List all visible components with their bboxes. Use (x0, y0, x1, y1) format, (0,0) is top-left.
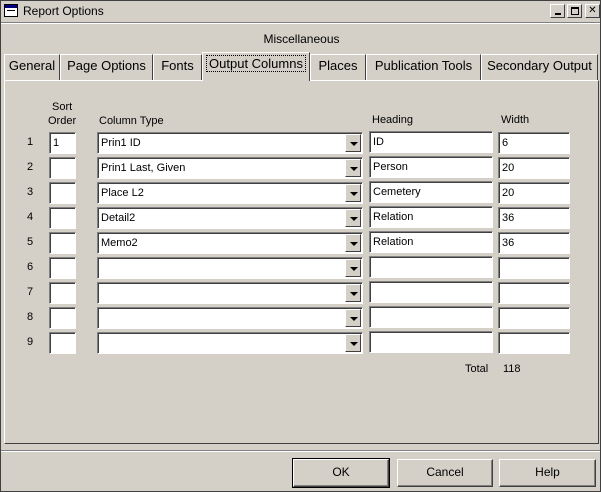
row-number: 4 (26, 211, 34, 223)
width-input[interactable]: 20 (498, 182, 570, 204)
column-type-select[interactable] (97, 332, 363, 354)
maximize-button[interactable] (567, 4, 582, 18)
help-button[interactable]: Help (499, 459, 596, 487)
width-input[interactable]: 6 (498, 132, 570, 154)
tab-label: Page Options (67, 58, 146, 73)
row-number: 9 (26, 336, 34, 348)
close-icon: ✕ (588, 5, 597, 16)
sort-order-input[interactable] (49, 207, 76, 229)
column-type-value: Place L2 (101, 187, 144, 199)
heading-input[interactable] (369, 331, 493, 353)
sort-order-header-line2: Order (48, 115, 77, 127)
maximize-icon (571, 7, 579, 15)
sort-order-input[interactable]: 1 (49, 132, 76, 154)
sort-order-input[interactable] (49, 182, 76, 204)
width-input[interactable] (498, 307, 570, 329)
chevron-down-icon[interactable] (345, 334, 361, 352)
column-type-value: Memo2 (101, 237, 138, 249)
heading-input[interactable]: Relation (369, 206, 493, 228)
chevron-down-icon[interactable] (345, 134, 361, 152)
window-title: Report Options (23, 4, 104, 18)
close-button[interactable]: ✕ (585, 4, 600, 18)
sort-order-header-line1: Sort (52, 101, 73, 113)
heading-input[interactable] (369, 281, 493, 303)
heading-input[interactable] (369, 256, 493, 278)
chevron-down-icon[interactable] (345, 284, 361, 302)
sort-order-input[interactable] (49, 307, 76, 329)
chevron-down-icon[interactable] (345, 184, 361, 202)
report-options-window: Report Options ✕ Miscellaneous General P… (0, 0, 601, 492)
tab-page-options[interactable]: Page Options (60, 54, 153, 80)
tab-publication-tools[interactable]: Publication Tools (366, 54, 481, 80)
ok-button[interactable]: OK (292, 458, 390, 488)
total-label: Total (465, 363, 489, 375)
tab-fonts[interactable]: Fonts (153, 54, 202, 80)
tab-general[interactable]: General (4, 54, 60, 80)
column-type-value: Prin1 Last, Given (101, 162, 186, 174)
width-input[interactable]: 36 (498, 232, 570, 254)
column-type-header: Column Type (99, 115, 164, 127)
column-type-select[interactable]: Prin1 Last, Given (97, 157, 363, 179)
tab-label: Publication Tools (374, 58, 473, 73)
width-input[interactable] (498, 257, 570, 279)
minimize-icon (555, 13, 561, 15)
heading-input[interactable]: Person (369, 156, 493, 178)
column-type-value: Detail2 (101, 212, 136, 224)
report-icon (4, 4, 18, 17)
heading-header: Heading (372, 114, 413, 126)
section-label: Miscellaneous (263, 32, 340, 46)
tab-label: Fonts (161, 58, 194, 73)
tab-label: Secondary Output (487, 58, 592, 73)
divider (1, 22, 600, 24)
tab-label: General (8, 58, 56, 73)
width-input[interactable]: 20 (498, 157, 570, 179)
title-bar[interactable]: Report Options ✕ (1, 1, 600, 21)
cancel-button[interactable]: Cancel (397, 459, 493, 487)
sort-order-input[interactable] (49, 282, 76, 304)
tab-label: Output Columns (206, 55, 306, 72)
tab-places[interactable]: Places (310, 54, 366, 80)
heading-input[interactable]: Relation (369, 231, 493, 253)
tab-secondary-output[interactable]: Secondary Output (481, 54, 598, 80)
column-type-select[interactable] (97, 257, 363, 279)
sort-order-input[interactable] (49, 232, 76, 254)
divider (1, 450, 600, 452)
chevron-down-icon[interactable] (345, 309, 361, 327)
column-type-select[interactable] (97, 282, 363, 304)
tab-label: Places (318, 58, 358, 73)
chevron-down-icon[interactable] (345, 234, 361, 252)
row-number: 8 (26, 311, 34, 323)
width-input[interactable] (498, 282, 570, 304)
column-type-select[interactable]: Place L2 (97, 182, 363, 204)
chevron-down-icon[interactable] (345, 259, 361, 277)
chevron-down-icon[interactable] (345, 209, 361, 227)
column-type-value: Prin1 ID (101, 137, 141, 149)
column-type-select[interactable]: Detail2 (97, 207, 363, 229)
width-input[interactable]: 36 (498, 207, 570, 229)
row-number: 5 (26, 236, 34, 248)
column-type-select[interactable] (97, 307, 363, 329)
chevron-down-icon[interactable] (345, 159, 361, 177)
sort-order-input[interactable] (49, 332, 76, 354)
heading-input[interactable]: ID (369, 131, 493, 153)
sort-order-input[interactable] (49, 157, 76, 179)
column-type-select[interactable]: Prin1 ID (97, 132, 363, 154)
total-value: 118 (503, 363, 521, 375)
width-input[interactable] (498, 332, 570, 354)
minimize-button[interactable] (550, 4, 565, 18)
heading-input[interactable]: Cemetery (369, 181, 493, 203)
row-number: 3 (26, 186, 34, 198)
width-header: Width (501, 114, 530, 126)
row-number: 6 (26, 261, 34, 273)
column-type-select[interactable]: Memo2 (97, 232, 363, 254)
row-number: 7 (26, 286, 34, 298)
row-number: 2 (26, 161, 34, 173)
heading-input[interactable] (369, 306, 493, 328)
row-number: 1 (26, 136, 34, 148)
sort-order-input[interactable] (49, 257, 76, 279)
tab-output-columns[interactable]: Output Columns (202, 52, 310, 81)
